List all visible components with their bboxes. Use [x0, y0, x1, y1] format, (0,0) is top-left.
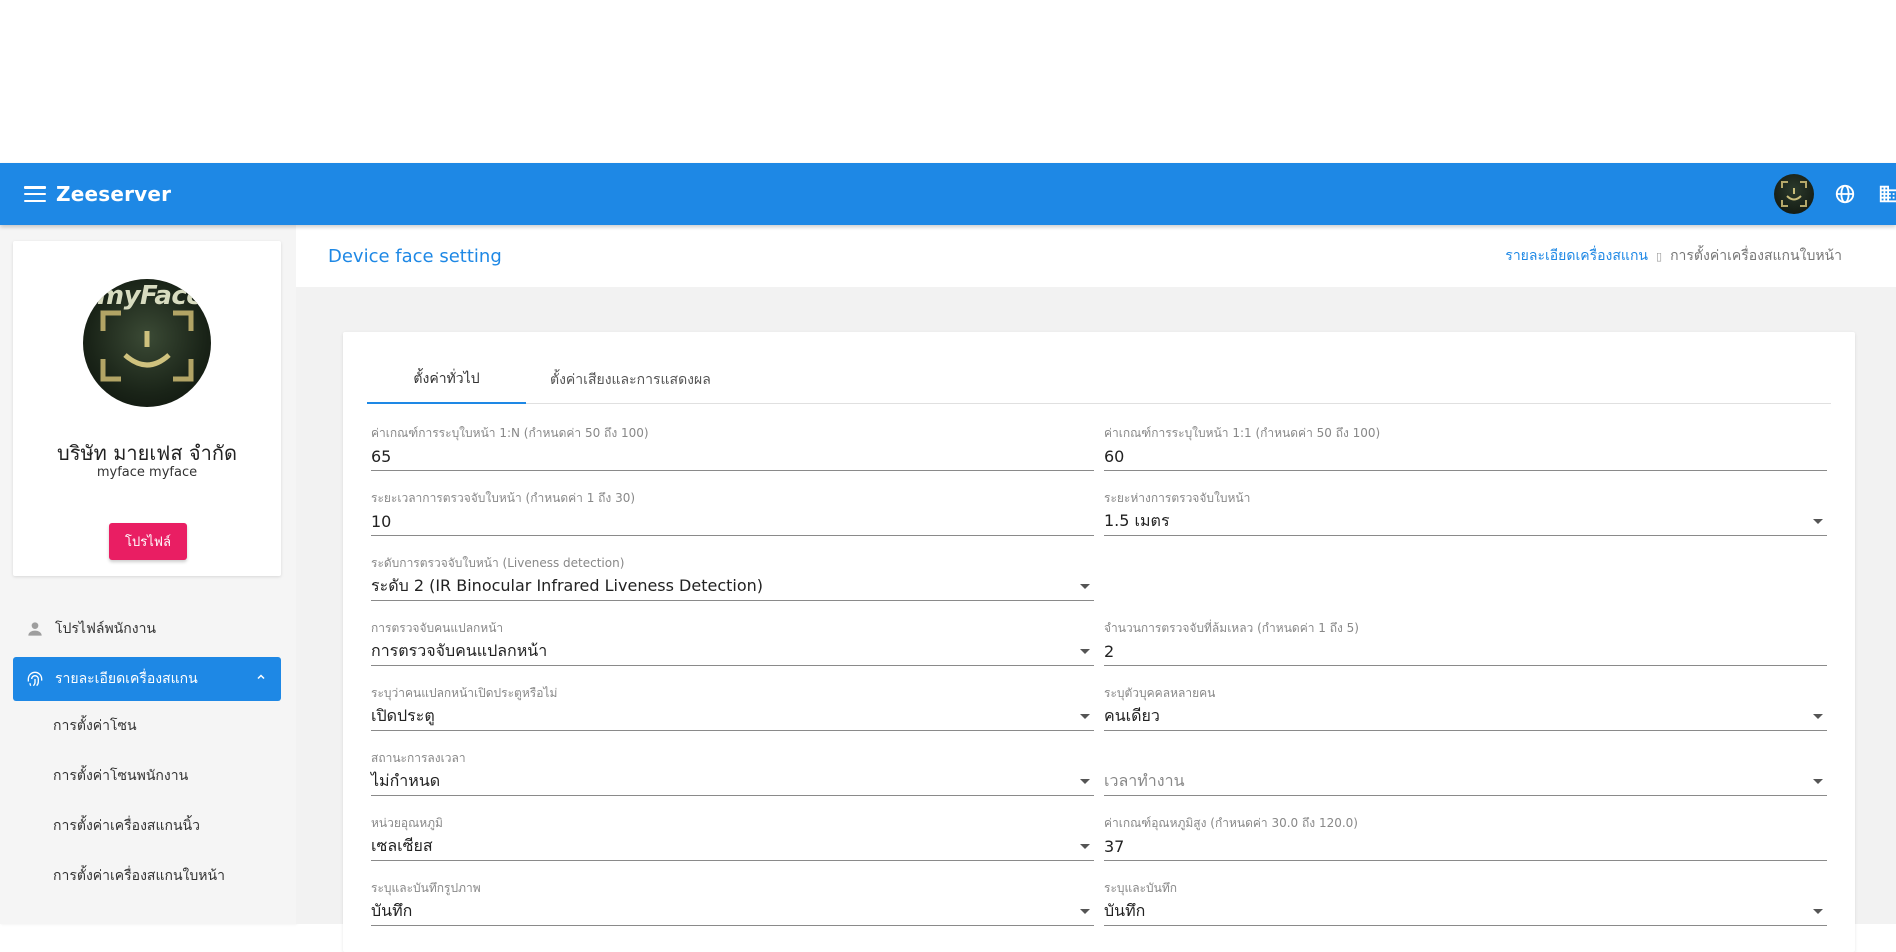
sidebar-nav: โปรไฟล์พนักงาน รายละเอียดเครื่องสแกน การ…	[13, 607, 281, 901]
breadcrumb-separator-icon: ▯	[1656, 249, 1663, 263]
fingerprint-icon	[25, 669, 45, 689]
breadcrumb-link[interactable]: รายละเอียดเครื่องสแกน	[1505, 245, 1648, 267]
dropdown-caret-icon	[1813, 779, 1823, 784]
chevron-up-icon[interactable]	[255, 671, 267, 687]
detection-time-field[interactable]: ระยะเวลาการตรวจจับใบหน้า (กำหนดค่า 1 ถึง…	[371, 489, 1094, 537]
person-icon	[25, 619, 45, 639]
dropdown-caret-icon	[1813, 714, 1823, 719]
sidebar-item-label: โปรไฟล์พนักงาน	[55, 621, 157, 637]
sidebar-item-employee-profile[interactable]: โปรไฟล์พนักงาน	[13, 607, 281, 651]
temperature-unit-select[interactable]: หน่วยอุณหภูมิ เซลเซียส	[371, 814, 1094, 862]
menu-icon[interactable]	[24, 186, 46, 202]
dropdown-caret-icon	[1080, 584, 1090, 589]
globe-icon[interactable]	[1832, 181, 1858, 207]
main-content: Device face setting รายละเอียดเครื่องสแก…	[296, 225, 1896, 952]
attendance-status-select[interactable]: สถานะการลงเวลา ไม่กำหนด	[371, 749, 1094, 797]
sidebar-subitem-face-scanner[interactable]: การตั้งค่าเครื่องสแกนใบหน้า	[13, 851, 281, 901]
record-select[interactable]: ระบุและบันทึก บันทึก	[1104, 879, 1827, 927]
breadcrumb: รายละเอียดเครื่องสแกน ▯ การตั้งค่าเครื่อ…	[1505, 245, 1842, 267]
dropdown-caret-icon	[1080, 779, 1090, 784]
company-logo: myFace	[83, 279, 211, 407]
sidebar-subitem-finger-scanner[interactable]: การตั้งค่าเครื่องสแกนนิ้ว	[13, 801, 281, 851]
record-image-select[interactable]: ระบุและบันทึกรูปภาพ บันทึก	[371, 879, 1094, 927]
work-time-select[interactable]: เวลาทำงาน	[1104, 749, 1827, 797]
company-subtitle: myface myface	[96, 465, 198, 480]
building-icon[interactable]	[1876, 181, 1896, 207]
failed-detection-count-field[interactable]: จำนวนการตรวจจับที่ล้มเหลว (กำหนดค่า 1 ถึ…	[1104, 619, 1827, 667]
sidebar: myFace บริษัท มายเฟส จำกัด myface myface…	[0, 225, 296, 924]
breadcrumb-current: การตั้งค่าเครื่องสแกนใบหน้า	[1670, 248, 1842, 264]
multi-person-select[interactable]: ระบุตัวบุคคลหลายคน คนเดียว	[1104, 684, 1827, 732]
detection-distance-select[interactable]: ระยะห่างการตรวจจับใบหน้า 1.5 เมตร	[1104, 489, 1827, 537]
tab-sound-display[interactable]: ตั้งค่าเสียงและการแสดงผล	[526, 356, 735, 404]
sidebar-subitem-zone[interactable]: การตั้งค่าโซน	[13, 701, 281, 751]
threshold-11-field[interactable]: ค่าเกณฑ์การระบุใบหน้า 1:1 (กำหนดค่า 50 ถ…	[1104, 424, 1827, 472]
tab-bar: ตั้งค่าทั่วไป ตั้งค่าเสียงและการแสดงผล	[367, 356, 1831, 404]
high-temperature-threshold-field[interactable]: ค่าเกณฑ์อุณหภูมิสูง (กำหนดค่า 30.0 ถึง 1…	[1104, 814, 1827, 862]
dropdown-caret-icon	[1080, 909, 1090, 914]
sidebar-item-label: รายละเอียดเครื่องสแกน	[55, 671, 198, 687]
threshold-1n-field[interactable]: ค่าเกณฑ์การระบุใบหน้า 1:N (กำหนดค่า 50 ถ…	[371, 424, 1094, 472]
profile-card: myFace บริษัท มายเฟส จำกัด myface myface…	[13, 241, 281, 576]
profile-button[interactable]: โปรไฟล์	[109, 523, 187, 560]
brand-title: Zeeserver	[56, 182, 172, 206]
dropdown-caret-icon	[1080, 649, 1090, 654]
dropdown-caret-icon	[1080, 844, 1090, 849]
dropdown-caret-icon	[1813, 909, 1823, 914]
page-title: Device face setting	[328, 245, 502, 267]
user-avatar[interactable]	[1774, 174, 1814, 214]
blank-area	[0, 0, 1896, 163]
stranger-detection-select[interactable]: การตรวจจับคนแปลกหน้า การตรวจจับคนแปลกหน้…	[371, 619, 1094, 667]
dropdown-caret-icon	[1080, 714, 1090, 719]
app-bar: Zeeserver	[0, 163, 1896, 225]
tab-general[interactable]: ตั้งค่าทั่วไป	[367, 356, 526, 404]
liveness-level-select[interactable]: ระดับการตรวจจับใบหน้า (Liveness detectio…	[371, 554, 1094, 602]
dropdown-caret-icon	[1813, 519, 1823, 524]
stranger-open-door-select[interactable]: ระบุว่าคนแปลกหน้าเปิดประตูหรือไม่ เปิดปร…	[371, 684, 1094, 732]
settings-card: ตั้งค่าทั่วไป ตั้งค่าเสียงและการแสดงผล ค…	[343, 332, 1855, 952]
sidebar-item-device-details[interactable]: รายละเอียดเครื่องสแกน	[13, 657, 281, 701]
sidebar-subitem-employee-zone[interactable]: การตั้งค่าโซนพนักงาน	[13, 751, 281, 801]
page-header: Device face setting รายละเอียดเครื่องสแก…	[296, 225, 1896, 287]
